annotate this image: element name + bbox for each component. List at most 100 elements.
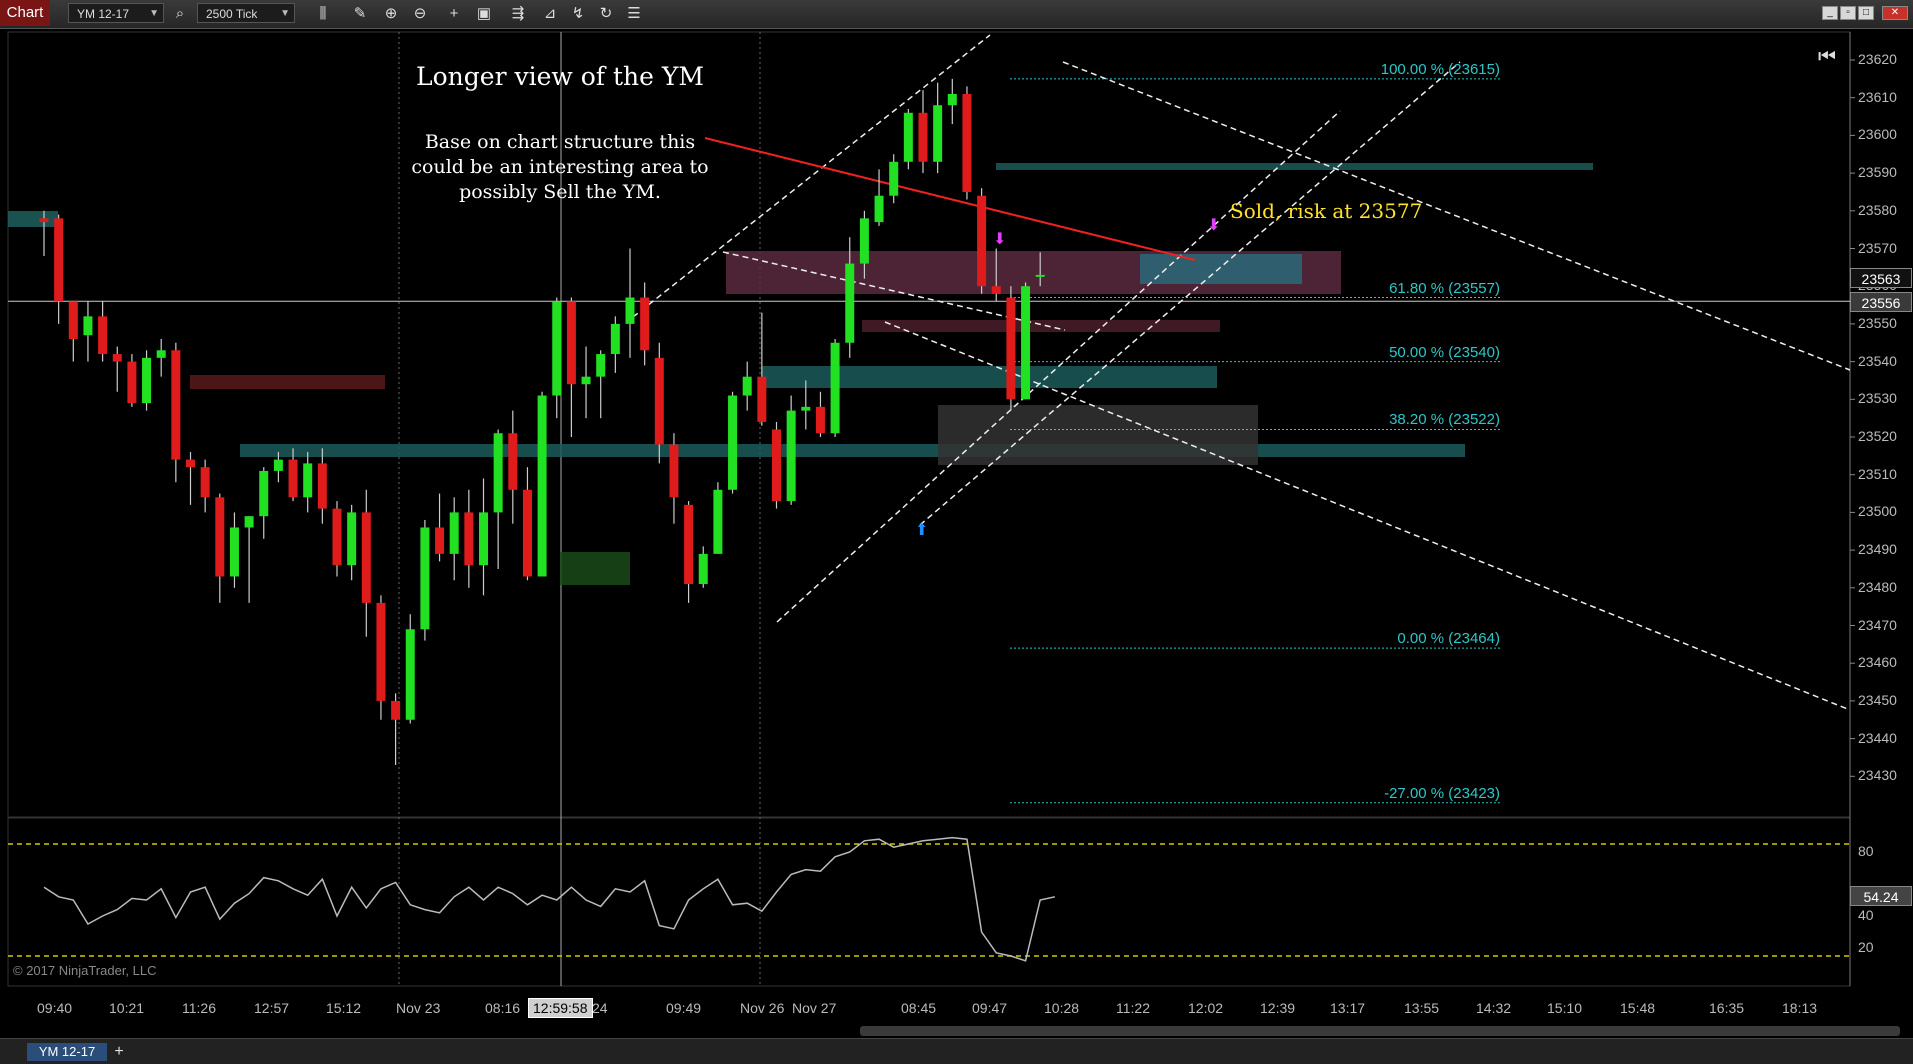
instrument-tab-bar: YM 12-17 + — [0, 1038, 1913, 1064]
annotation-arrow-line — [704, 137, 1196, 261]
candle — [186, 452, 195, 505]
candle — [98, 301, 108, 362]
candle — [713, 482, 723, 554]
candle — [112, 346, 122, 392]
zone-rect — [560, 552, 630, 585]
sell-arrow-icon: ⬇ — [993, 229, 1006, 248]
candle — [903, 109, 913, 170]
candle — [889, 154, 899, 204]
annotation-line-3: possibly Sell the YM. — [459, 181, 661, 203]
fib-label: 61.80 % (23557) — [1389, 279, 1500, 297]
candle — [625, 248, 635, 358]
candle — [493, 429, 503, 569]
copyright-text: © 2017 NinjaTrader, LLC — [13, 963, 157, 978]
price-tick-label: 23530 — [1858, 390, 1897, 407]
price-tick-label: 23520 — [1858, 428, 1897, 444]
candle — [552, 297, 562, 419]
fib-label: 0.00 % (23464) — [1397, 630, 1500, 648]
price-tick-label: 23440 — [1858, 729, 1897, 746]
candle — [479, 478, 488, 596]
candle — [669, 433, 679, 524]
candle — [772, 421, 781, 509]
time-tick-label: 16:35 — [1709, 1000, 1745, 1016]
candle — [229, 512, 239, 588]
candle — [698, 546, 708, 588]
candle — [1006, 286, 1016, 411]
candle — [537, 391, 547, 577]
time-tick-label: 09:49 — [666, 1000, 702, 1016]
time-tick-label: 11:26 — [182, 1000, 216, 1016]
candle — [156, 338, 166, 377]
oscillator-panel — [8, 836, 1850, 962]
annotation-line-1: Base on chart structure this — [424, 131, 696, 153]
price-tick-label: 23620 — [1858, 51, 1897, 67]
time-tick-label: Nov 23 — [396, 1000, 441, 1016]
candle — [728, 391, 738, 494]
candle — [332, 501, 342, 577]
price-tick-label: 23480 — [1858, 578, 1897, 595]
candle — [508, 410, 518, 524]
time-tick-label: 10:21 — [109, 1000, 145, 1016]
candle — [1021, 282, 1031, 400]
fib-label: -27.00 % (23423) — [1384, 784, 1500, 802]
instrument-tab[interactable]: YM 12-17 — [27, 1043, 107, 1061]
price-tick-label: 23510 — [1858, 465, 1897, 482]
zone-rect — [190, 375, 385, 389]
candle — [610, 316, 620, 373]
price-tick-label: 23460 — [1858, 654, 1897, 671]
price-chart[interactable]: ⬇ ⬇ ⬆ — [0, 0, 1913, 1063]
time-tick-label: 13:17 — [1330, 1000, 1366, 1016]
price-tick-label: 23490 — [1858, 541, 1897, 558]
candle — [405, 614, 415, 724]
time-tick-label: 09:47 — [972, 1000, 1008, 1016]
price-tick-label: 23540 — [1858, 352, 1897, 369]
candle — [361, 489, 371, 637]
price-tick-label: 23580 — [1858, 201, 1897, 218]
candle — [815, 391, 825, 437]
horizontal-scrollbar[interactable] — [860, 1026, 1900, 1036]
candle — [317, 448, 327, 524]
fib-label: 100.00 % (23615) — [1380, 60, 1500, 78]
price-tick-label: 23450 — [1858, 691, 1897, 708]
candle — [596, 350, 606, 419]
time-tick-label: 09:40 — [37, 1000, 73, 1016]
fib-label: 38.20 % (23522) — [1389, 411, 1500, 429]
time-tick-label: 10:28 — [1044, 1000, 1080, 1016]
candle — [68, 301, 78, 362]
time-tick-label: 13:55 — [1404, 1000, 1440, 1016]
buy-arrow-icon: ⬆ — [915, 520, 928, 539]
price-tick-label: 23550 — [1858, 314, 1897, 331]
chart-text-annotation: Base on chart structure this could be an… — [395, 130, 725, 205]
candle — [684, 501, 694, 603]
cursor-time-label: 12:59:58 — [528, 998, 593, 1018]
sell-arrow-icon: ⬇ — [1207, 215, 1220, 234]
time-tick-label: 24 — [592, 1000, 608, 1016]
zone-rect — [938, 405, 1258, 465]
price-tick-label: 23470 — [1858, 616, 1897, 633]
candle — [581, 346, 591, 419]
candle — [947, 78, 957, 125]
time-tick-label: 15:12 — [326, 1000, 362, 1016]
candle — [435, 493, 445, 562]
price-tick-label: 23610 — [1858, 88, 1897, 105]
chart-title-annotation: Longer view of the YM — [416, 62, 704, 91]
price-tick-label: 23500 — [1858, 503, 1897, 520]
annotation-line-2: could be an interesting area to — [411, 156, 709, 178]
sold-annotation: Sold, risk at 23577 — [1230, 199, 1423, 223]
oscillator-tick-label: 40 — [1858, 907, 1874, 923]
candle — [244, 516, 254, 603]
candle — [449, 497, 459, 581]
time-tick-label: 15:48 — [1620, 1000, 1656, 1016]
time-tick-label: 18:13 — [1782, 1000, 1818, 1016]
add-tab-icon[interactable]: + — [110, 1043, 128, 1061]
candle — [127, 354, 137, 407]
zone-rect — [996, 163, 1593, 170]
zone-rect — [8, 211, 58, 227]
candle — [259, 467, 269, 539]
candle — [142, 350, 152, 411]
candle — [215, 493, 225, 603]
time-tick-label: 11:22 — [1116, 1000, 1150, 1016]
skip-to-end-icon[interactable]: ⏮ — [1818, 46, 1836, 69]
last-price-tag: 23556 — [1850, 292, 1912, 312]
time-tick-label: 12:39 — [1260, 1000, 1296, 1016]
